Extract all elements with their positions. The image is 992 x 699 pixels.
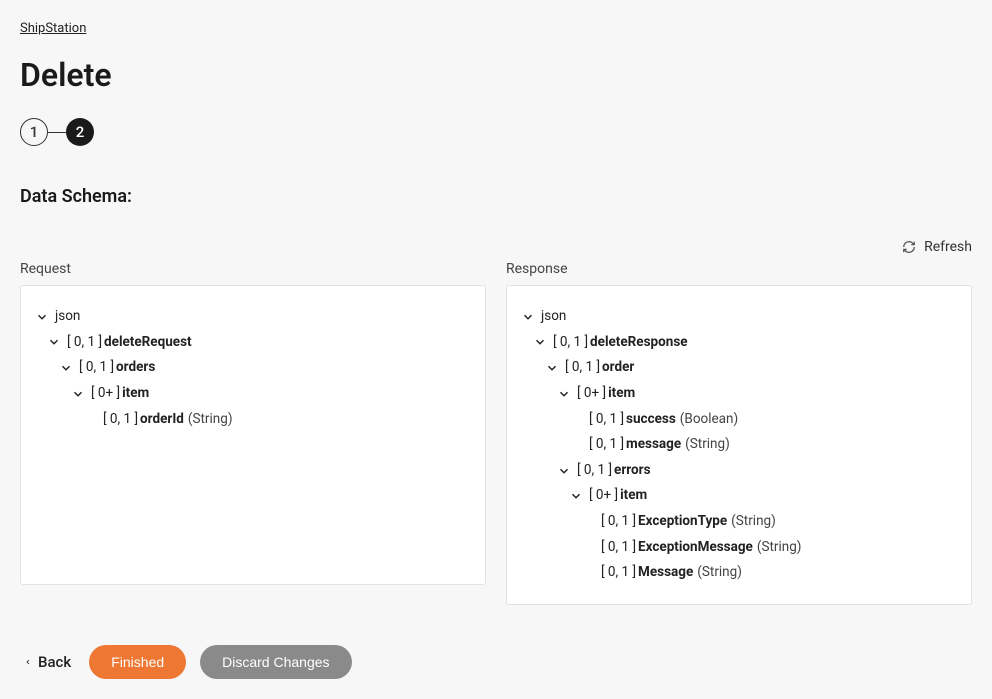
tree-type: (String) <box>188 407 233 433</box>
tree-name: item <box>608 381 635 407</box>
page-title: Delete <box>20 56 972 94</box>
section-title: Data Schema: <box>20 186 972 207</box>
request-panel: json [ 0, 1 ] deleteRequest [ 0, 1 ] ord… <box>20 285 486 585</box>
chevron-down-icon[interactable] <box>71 387 85 401</box>
discard-button[interactable]: Discard Changes <box>200 645 351 679</box>
chevron-down-icon[interactable] <box>47 335 61 349</box>
stepper: 1 2 <box>20 118 972 146</box>
tree-label: json <box>541 304 566 330</box>
tree-node-item[interactable]: [ 0+ ] item <box>35 381 471 407</box>
finished-button[interactable]: Finished <box>89 645 186 679</box>
tree-node-orders[interactable]: [ 0, 1 ] orders <box>35 355 471 381</box>
tree-cardinality: [ 0+ ] <box>91 381 120 407</box>
tree-node-orderid[interactable]: [ 0, 1 ] orderId (String) <box>35 407 471 433</box>
breadcrumb-link[interactable]: ShipStation <box>20 21 86 36</box>
tree-cardinality: [ 0, 1 ] <box>565 355 600 381</box>
chevron-down-icon[interactable] <box>545 361 559 375</box>
tree-cardinality: [ 0, 1 ] <box>553 330 588 356</box>
tree-node-exceptiontype[interactable]: [ 0, 1 ] ExceptionType (String) <box>521 509 957 535</box>
tree-cardinality: [ 0, 1 ] <box>601 535 636 561</box>
tree-name: orders <box>116 355 155 381</box>
chevron-down-icon[interactable] <box>557 387 571 401</box>
chevron-down-icon[interactable] <box>569 489 583 503</box>
tree-cardinality: [ 0, 1 ] <box>103 407 138 433</box>
back-button[interactable]: Back <box>20 645 75 679</box>
tree-type: (String) <box>697 560 742 586</box>
tree-type: (String) <box>731 509 776 535</box>
tree-node-errors-item[interactable]: [ 0+ ] item <box>521 483 957 509</box>
request-header: Request <box>20 261 486 277</box>
tree-name: ExceptionType <box>638 509 727 535</box>
tree-type: (Boolean) <box>680 407 738 433</box>
tree-name: errors <box>614 458 650 484</box>
tree-node-json[interactable]: json <box>35 304 471 330</box>
step-1[interactable]: 1 <box>20 118 48 146</box>
tree-name: message <box>626 432 681 458</box>
chevron-down-icon[interactable] <box>35 310 49 324</box>
tree-name: success <box>626 407 676 433</box>
tree-type: (String) <box>757 535 802 561</box>
response-panel: json [ 0, 1 ] deleteResponse [ 0, 1 ] or… <box>506 285 972 605</box>
refresh-label: Refresh <box>924 239 972 255</box>
chevron-down-icon[interactable] <box>59 361 73 375</box>
tree-cardinality: [ 0, 1 ] <box>67 330 102 356</box>
tree-cardinality: [ 0, 1 ] <box>601 509 636 535</box>
footer-actions: Back Finished Discard Changes <box>20 645 972 679</box>
tree-node-message[interactable]: [ 0, 1 ] message (String) <box>521 432 957 458</box>
tree-node-order[interactable]: [ 0, 1 ] order <box>521 355 957 381</box>
step-2[interactable]: 2 <box>66 118 94 146</box>
tree-cardinality: [ 0, 1 ] <box>589 407 624 433</box>
response-header: Response <box>506 261 972 277</box>
tree-name: order <box>602 355 634 381</box>
request-column: Request json [ 0, 1 ] deleteRequest [ 0,… <box>20 261 486 605</box>
response-column: Response json [ 0, 1 ] deleteResponse [ … <box>506 261 972 605</box>
refresh-icon <box>902 240 916 254</box>
tree-name: deleteRequest <box>104 330 192 356</box>
tree-node-errors[interactable]: [ 0, 1 ] errors <box>521 458 957 484</box>
chevron-left-icon <box>24 656 32 668</box>
tree-node-item[interactable]: [ 0+ ] item <box>521 381 957 407</box>
chevron-down-icon[interactable] <box>521 310 535 324</box>
tree-name: Message <box>638 560 693 586</box>
tree-node-json[interactable]: json <box>521 304 957 330</box>
tree-cardinality: [ 0, 1 ] <box>589 432 624 458</box>
tree-name: item <box>620 483 647 509</box>
tree-cardinality: [ 0, 1 ] <box>601 560 636 586</box>
chevron-down-icon[interactable] <box>533 335 547 349</box>
tree-node-success[interactable]: [ 0, 1 ] success (Boolean) <box>521 407 957 433</box>
chevron-down-icon[interactable] <box>557 464 571 478</box>
tree-name: deleteResponse <box>590 330 688 356</box>
tree-node-deleterequest[interactable]: [ 0, 1 ] deleteRequest <box>35 330 471 356</box>
tree-name: ExceptionMessage <box>638 535 753 561</box>
tree-cardinality: [ 0+ ] <box>577 381 606 407</box>
tree-cardinality: [ 0, 1 ] <box>577 458 612 484</box>
tree-cardinality: [ 0, 1 ] <box>79 355 114 381</box>
tree-node-deleteresponse[interactable]: [ 0, 1 ] deleteResponse <box>521 330 957 356</box>
tree-node-message2[interactable]: [ 0, 1 ] Message (String) <box>521 560 957 586</box>
tree-name: item <box>122 381 149 407</box>
tree-name: orderId <box>140 407 184 433</box>
tree-type: (String) <box>685 432 730 458</box>
tree-label: json <box>55 304 80 330</box>
refresh-button[interactable]: Refresh <box>902 239 972 255</box>
tree-node-exceptionmessage[interactable]: [ 0, 1 ] ExceptionMessage (String) <box>521 535 957 561</box>
tree-cardinality: [ 0+ ] <box>589 483 618 509</box>
step-connector <box>48 132 66 133</box>
